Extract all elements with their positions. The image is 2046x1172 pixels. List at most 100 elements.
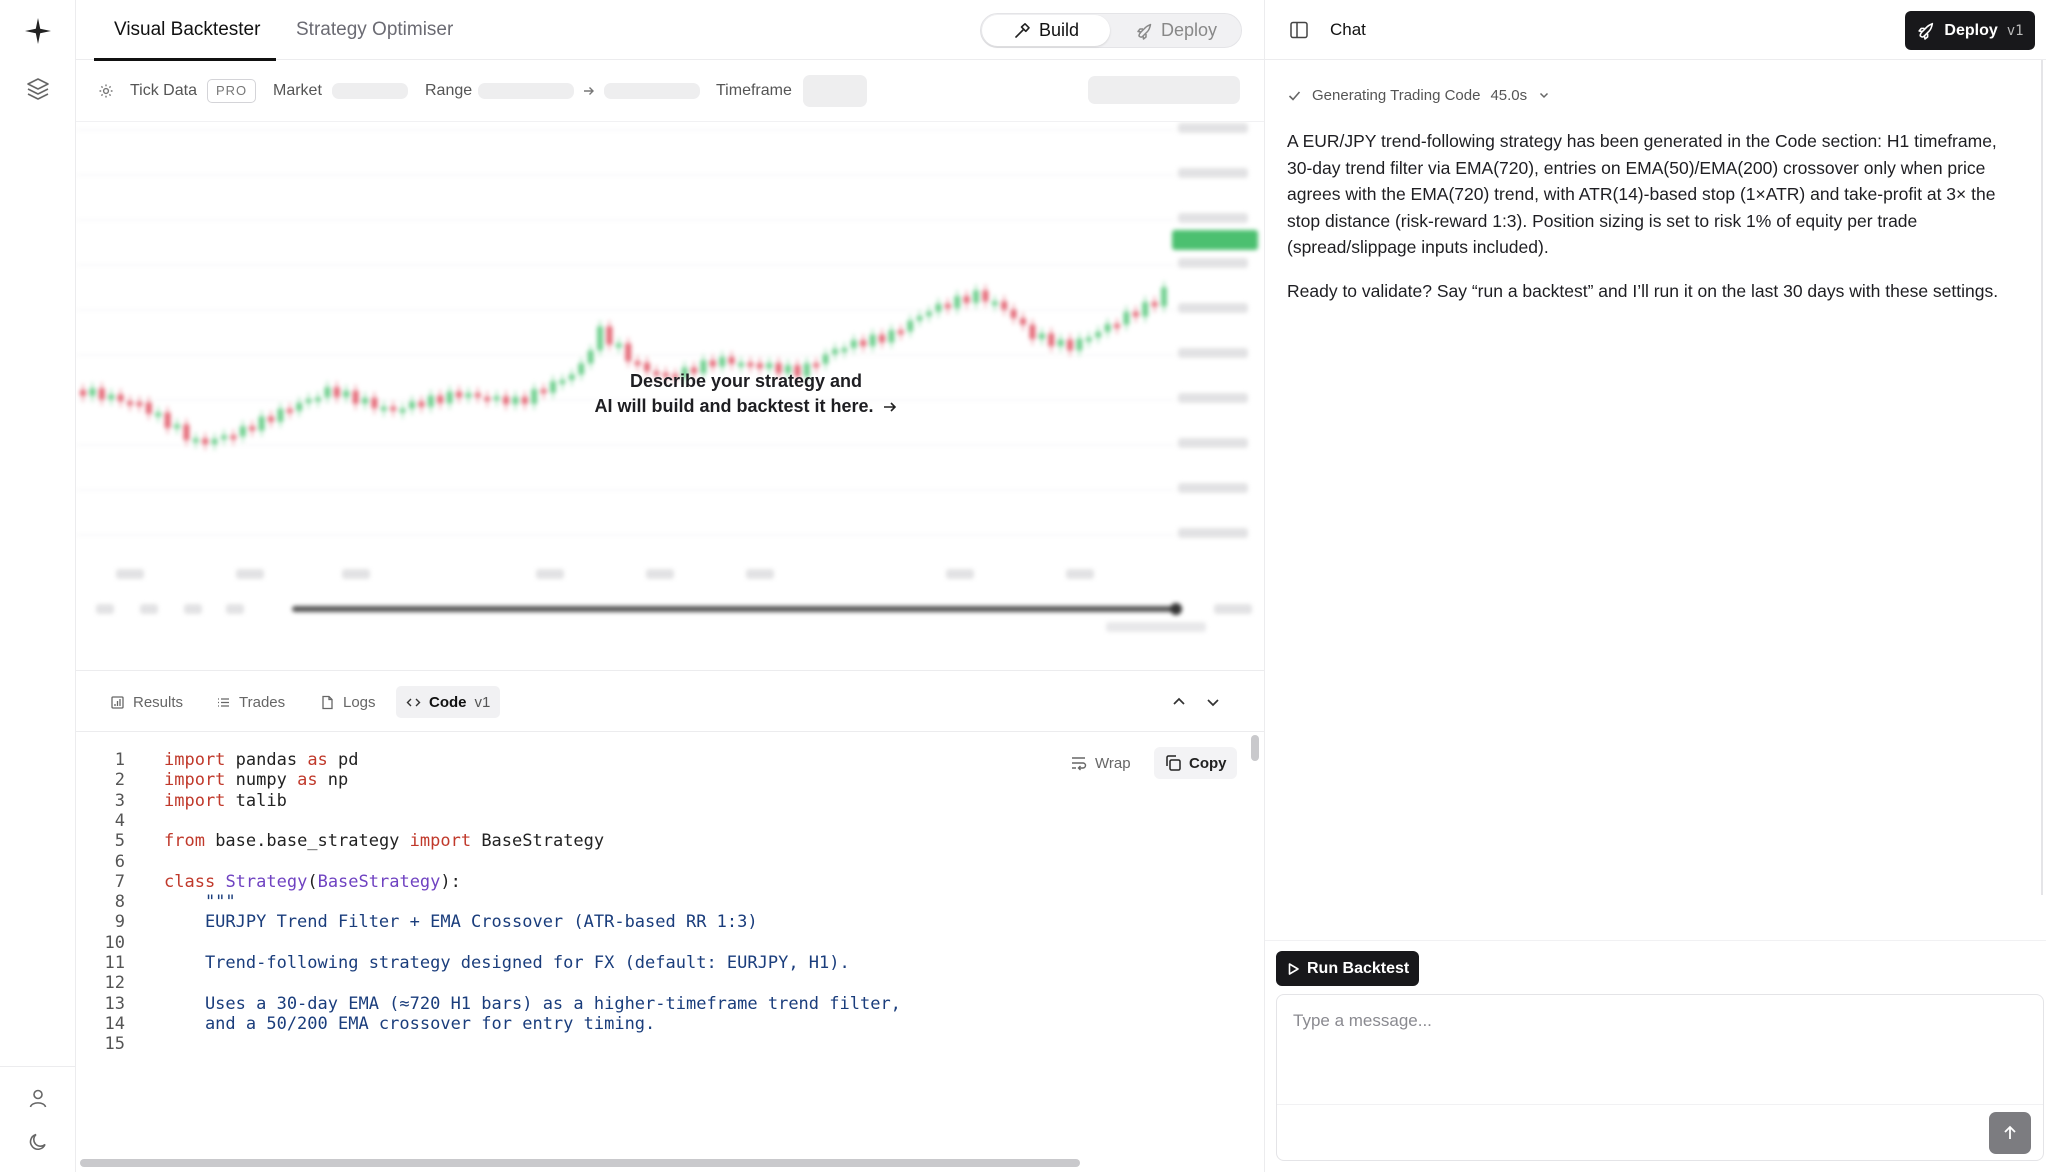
- candle-body: [1114, 323, 1120, 328]
- candle-body: [343, 390, 350, 398]
- line-number: 15: [104, 1034, 125, 1055]
- market-selector-skeleton[interactable]: [332, 83, 408, 99]
- candle-body: [841, 348, 848, 353]
- copy-label: Copy: [1189, 754, 1227, 772]
- candle-body: [380, 406, 387, 411]
- sidebar-toggle-icon[interactable]: [1288, 19, 1310, 41]
- check-icon: [1288, 90, 1301, 101]
- chat-scrollbar[interactable]: [2041, 60, 2043, 895]
- code-vertical-scrollbar[interactable]: [1251, 735, 1259, 761]
- generation-time: 45.0s: [1490, 86, 1528, 104]
- playback-time-placeholder: [1106, 622, 1206, 632]
- candle-body: [747, 362, 754, 367]
- candle-body: [1010, 309, 1017, 319]
- candle-body: [155, 412, 162, 417]
- code-version-label: v1: [474, 693, 491, 711]
- candle-body: [944, 303, 951, 309]
- wrap-button[interactable]: Wrap: [1060, 747, 1141, 779]
- candle-body: [1029, 324, 1036, 340]
- tab-results[interactable]: Results: [100, 686, 193, 718]
- code-horizontal-scrollbar[interactable]: [80, 1159, 1080, 1167]
- candle-body: [89, 388, 96, 396]
- candle-body: [982, 290, 989, 302]
- toolbar-action-skeleton[interactable]: [1088, 76, 1240, 104]
- app-logo-icon[interactable]: [23, 16, 53, 46]
- candle-body: [1132, 311, 1139, 317]
- candle-body: [390, 406, 397, 411]
- axis-tick-placeholder: [1178, 258, 1248, 268]
- arrow-right-icon: [883, 401, 896, 412]
- wrap-label: Wrap: [1095, 754, 1131, 772]
- tab-trades-label: Trades: [239, 693, 286, 711]
- axis-tick-placeholder: [536, 569, 564, 579]
- axis-tick-placeholder: [116, 569, 144, 579]
- assistant-message-paragraph-2: Ready to validate? Say “run a backtest” …: [1287, 280, 1999, 301]
- deploy-mode-label: Deploy: [1160, 20, 1218, 40]
- timeframe-label: Timeframe: [716, 82, 792, 99]
- candle-body: [766, 363, 773, 369]
- candle-body: [869, 334, 876, 347]
- empty-state-line-1: Describe your strategy and: [629, 371, 863, 391]
- copy-button[interactable]: Copy: [1154, 747, 1237, 779]
- bottom-panel-tabs: Results Trades Logs Code v1: [76, 670, 1264, 732]
- assistant-message: A EUR/JPY trend-following strategy has b…: [1287, 128, 2022, 321]
- code-text: from base.base_strategy import BaseStrat…: [164, 831, 605, 852]
- candle-body: [832, 348, 838, 355]
- tab-visual-backtester[interactable]: Visual Backtester: [93, 0, 277, 61]
- range-start-skeleton[interactable]: [478, 83, 574, 99]
- axis-tick-placeholder: [1178, 168, 1248, 178]
- deploy-button[interactable]: Deploy v1: [1905, 11, 2035, 50]
- run-backtest-button[interactable]: Run Backtest: [1276, 951, 1420, 986]
- send-button[interactable]: [1989, 1112, 2031, 1154]
- chevron-down-icon[interactable]: [1200, 689, 1226, 715]
- results-icon: [111, 695, 124, 709]
- candle-body: [221, 435, 227, 440]
- moon-icon[interactable]: [27, 1131, 49, 1153]
- candle-body: [860, 340, 867, 347]
- playback-speed-placeholder: [1214, 604, 1252, 614]
- candle-body: [108, 394, 115, 400]
- candle-body: [80, 390, 86, 396]
- chevron-up-icon[interactable]: [1166, 689, 1192, 715]
- candle-body: [888, 330, 895, 343]
- candle-body: [822, 354, 829, 364]
- tab-trades[interactable]: Trades: [206, 686, 295, 718]
- generation-status[interactable]: Generating Trading Code 45.0s: [1287, 80, 1551, 110]
- candle-body: [296, 402, 303, 411]
- candle-body: [813, 363, 820, 368]
- tab-logs[interactable]: Logs: [310, 686, 386, 718]
- layers-icon[interactable]: [25, 76, 51, 102]
- axis-tick-placeholder: [1178, 348, 1248, 358]
- timeframe-selector-skeleton[interactable]: [803, 75, 867, 107]
- axis-tick-placeholder: [1066, 569, 1094, 579]
- candle-body: [709, 360, 716, 367]
- tab-logs-label: Logs: [343, 693, 376, 711]
- tick-data-label[interactable]: Tick Data: [130, 60, 197, 122]
- candle-body: [615, 343, 622, 348]
- candle-body: [258, 416, 265, 431]
- axis-tick-placeholder: [1178, 483, 1248, 493]
- build-mode-button[interactable]: Build: [982, 15, 1110, 46]
- candle-body: [503, 396, 509, 405]
- candle-body: [333, 387, 340, 398]
- deploy-mode-button[interactable]: Deploy: [1113, 15, 1239, 46]
- candle-body: [756, 363, 763, 369]
- candle-body: [202, 438, 209, 445]
- chat-header: Chat Deploy v1: [1265, 0, 2046, 60]
- play-icon: [1288, 962, 1299, 975]
- candle-body: [239, 426, 246, 437]
- code-editor[interactable]: 1 import pandas as pd 2 import numpy as np 3…: [76, 732, 1264, 1172]
- settings-gear-icon[interactable]: [98, 83, 114, 99]
- axis-tick-placeholder: [646, 569, 674, 579]
- pro-badge: PRO: [207, 79, 257, 103]
- tab-code[interactable]: Code v1: [396, 686, 501, 718]
- range-end-skeleton[interactable]: [604, 83, 700, 99]
- code-icon: [406, 698, 421, 706]
- message-input[interactable]: [1293, 1011, 2023, 1091]
- composer-divider: [1277, 1104, 2043, 1105]
- user-icon[interactable]: [27, 1087, 49, 1109]
- playback-control-placeholder: [226, 604, 244, 614]
- range-label: Range: [425, 82, 473, 99]
- deploy-version: v1: [2006, 22, 2024, 39]
- tab-strategy-optimiser[interactable]: Strategy Optimiser: [296, 0, 453, 60]
